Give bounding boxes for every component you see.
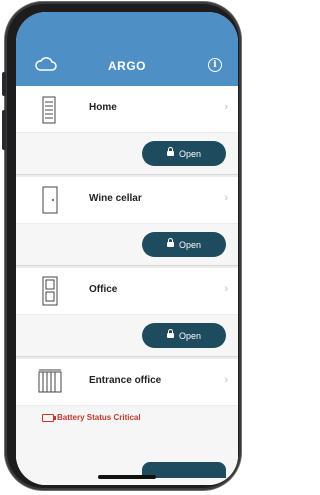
door-name: Entrance office bbox=[89, 375, 162, 386]
door-card-home[interactable]: Home › Open bbox=[16, 86, 238, 175]
battery-warning-text: Battery Status Critical bbox=[57, 413, 141, 422]
lock-icon bbox=[166, 329, 174, 339]
lock-icon bbox=[166, 147, 174, 157]
door-actions: Open bbox=[16, 224, 238, 265]
open-button[interactable]: Open bbox=[142, 141, 226, 166]
open-label: Open bbox=[178, 330, 202, 341]
door-row[interactable]: Wine cellar › bbox=[16, 177, 238, 223]
door-actions: Battery Status Critical bbox=[16, 406, 238, 485]
app-header: ARGO i bbox=[16, 12, 238, 86]
door-actions: Open bbox=[16, 133, 238, 174]
door-row[interactable]: Office › bbox=[16, 268, 238, 314]
door-name: Home bbox=[89, 102, 117, 113]
app-screen: ARGO i Home › Open Wine cellar › Open Of… bbox=[16, 12, 238, 485]
mute-switch bbox=[2, 72, 6, 96]
door-icon bbox=[42, 186, 58, 214]
chevron-right-icon: › bbox=[224, 374, 228, 386]
door-row[interactable]: Home › bbox=[16, 86, 238, 132]
app-title: ARGO bbox=[108, 59, 146, 73]
phone-frame: ARGO i Home › Open Wine cellar › Open Of… bbox=[2, 2, 241, 490]
lock-icon bbox=[166, 238, 174, 248]
home-indicator bbox=[98, 475, 156, 479]
gate-icon bbox=[38, 369, 62, 393]
door-card-office[interactable]: Office › Open bbox=[16, 268, 238, 357]
door-actions: Open bbox=[16, 315, 238, 356]
door-row[interactable]: Entrance office › bbox=[16, 359, 238, 405]
info-icon[interactable]: i bbox=[208, 58, 222, 72]
cabinet-icon bbox=[42, 276, 58, 306]
battery-icon bbox=[42, 413, 56, 422]
server-cabinet-icon bbox=[42, 96, 56, 124]
door-name: Office bbox=[89, 284, 118, 295]
chevron-right-icon: › bbox=[224, 283, 228, 295]
volume-up-button bbox=[2, 110, 6, 150]
open-label: Open bbox=[178, 148, 202, 159]
open-label: Open bbox=[178, 239, 202, 250]
open-button[interactable]: Open bbox=[142, 323, 226, 348]
battery-warning: Battery Status Critical bbox=[42, 413, 141, 422]
door-name: Wine cellar bbox=[89, 193, 142, 204]
door-card-entrance-office[interactable]: Entrance office › Battery Status Critica… bbox=[16, 359, 238, 485]
chevron-right-icon: › bbox=[224, 192, 228, 204]
door-card-wine-cellar[interactable]: Wine cellar › Open bbox=[16, 177, 238, 266]
open-button[interactable]: Open bbox=[142, 232, 226, 257]
chevron-right-icon: › bbox=[224, 101, 228, 113]
